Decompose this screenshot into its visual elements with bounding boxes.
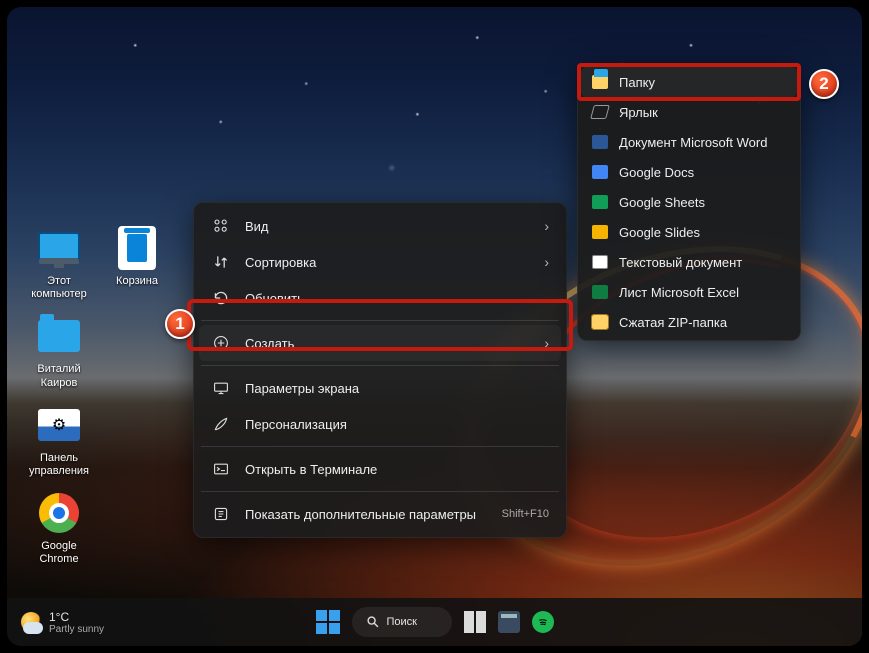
shortcut-hint: Shift+F10 [502,508,549,520]
weather-desc: Partly sunny [49,624,104,635]
menu-item-refresh[interactable]: Обновить [199,280,561,316]
search-icon [366,615,380,629]
menu-label: Персонализация [245,417,549,432]
taskbar-search[interactable]: Поиск [352,607,452,637]
gdocs-icon [591,163,609,181]
folder-icon [591,73,609,91]
submenu-item-text[interactable]: Текстовый документ [581,247,797,277]
view-icon [211,216,231,236]
menu-label: Открыть в Терминале [245,462,549,477]
weather-temp: 1°C [49,610,104,624]
submenu-item-gsheets[interactable]: Google Sheets [581,187,797,217]
submenu-item-folder[interactable]: Папку [581,67,797,97]
menu-item-display-settings[interactable]: Параметры экрана [199,370,561,406]
taskbar-app-spotify[interactable] [532,611,554,633]
desktop-icon-label: Этот компьютер [31,275,86,301]
control-panel-icon: ⚙ [38,409,80,441]
weather-icon [21,612,41,632]
submenu-label: Ярлык [619,105,658,120]
menu-item-new[interactable]: Создать › [199,325,561,361]
taskbar-center: Поиск [316,607,554,637]
menu-item-view[interactable]: Вид › [199,208,561,244]
folder-icon [38,320,80,352]
new-submenu: Папку Ярлык Документ Microsoft Word Goog… [577,63,801,341]
submenu-label: Лист Microsoft Excel [619,285,739,300]
desktop-icon-label: Панель управления [29,452,89,478]
refresh-icon [211,288,231,308]
submenu-label: Папку [619,75,655,90]
bin-icon [118,226,156,270]
menu-label: Показать дополнительные параметры [245,507,502,522]
separator [201,491,559,492]
submenu-item-zip[interactable]: Сжатая ZIP-папка [581,307,797,337]
desktop-background[interactable]: Этот компьютер Корзина Виталий Каиров ⚙ … [7,7,862,646]
chevron-right-icon: › [544,335,549,351]
annotation-badge-1: 1 [165,309,195,339]
taskbar-app-calculator[interactable] [498,611,520,633]
desktop-icon-label: Виталий Каиров [37,363,80,389]
search-label: Поиск [387,616,417,628]
desktop-icon-label: Корзина [116,275,158,288]
word-icon [591,133,609,151]
submenu-label: Google Docs [619,165,694,180]
submenu-item-shortcut[interactable]: Ярлык [581,97,797,127]
terminal-icon [211,459,231,479]
taskbar-weather[interactable]: 1°C Partly sunny [21,610,104,635]
submenu-item-gdocs[interactable]: Google Docs [581,157,797,187]
desktop-icon-this-pc[interactable]: Этот компьютер [21,225,97,301]
zip-icon [591,313,609,331]
desktop-icons-area: Этот компьютер Корзина Виталий Каиров ⚙ … [21,225,175,567]
chevron-right-icon: › [544,254,549,270]
pc-icon [38,232,80,264]
menu-label: Обновить [245,291,549,306]
brush-icon [211,414,231,434]
submenu-label: Текстовый документ [619,255,742,270]
submenu-label: Google Sheets [619,195,705,210]
submenu-label: Документ Microsoft Word [619,135,767,150]
display-icon [211,378,231,398]
separator [201,365,559,366]
separator [201,446,559,447]
submenu-item-excel[interactable]: Лист Microsoft Excel [581,277,797,307]
menu-label: Параметры экрана [245,381,549,396]
menu-label: Вид [245,219,544,234]
start-button[interactable] [316,610,340,634]
chrome-icon [39,493,79,533]
submenu-item-word[interactable]: Документ Microsoft Word [581,127,797,157]
context-menu: Вид › Сортировка › Обновить Создать › Па… [193,202,567,538]
gslides-icon [591,223,609,241]
submenu-item-gslides[interactable]: Google Slides [581,217,797,247]
sort-icon [211,252,231,272]
menu-label: Создать [245,336,544,351]
menu-item-personalize[interactable]: Персонализация [199,406,561,442]
menu-item-terminal[interactable]: Открыть в Терминале [199,451,561,487]
desktop-icon-recycle-bin[interactable]: Корзина [99,225,175,301]
chevron-right-icon: › [544,218,549,234]
shortcut-icon [591,103,609,121]
menu-label: Сортировка [245,255,544,270]
desktop-icon-control-panel[interactable]: ⚙ Панель управления [21,402,97,478]
annotation-badge-2: 2 [809,69,839,99]
menu-item-more-options[interactable]: Показать дополнительные параметры Shift+… [199,496,561,532]
desktop-icon-user-folder[interactable]: Виталий Каиров [21,313,97,389]
menu-item-sort[interactable]: Сортировка › [199,244,561,280]
desktop-icon-label: Google Chrome [39,540,78,566]
submenu-label: Google Slides [619,225,700,240]
gsheets-icon [591,193,609,211]
more-icon [211,504,231,524]
text-doc-icon [591,253,609,271]
separator [201,320,559,321]
desktop-icon-chrome[interactable]: Google Chrome [21,490,97,566]
excel-icon [591,283,609,301]
plus-circle-icon [211,333,231,353]
task-view-button[interactable] [464,611,486,633]
taskbar: 1°C Partly sunny Поиск [7,598,862,646]
submenu-label: Сжатая ZIP-папка [619,315,727,330]
